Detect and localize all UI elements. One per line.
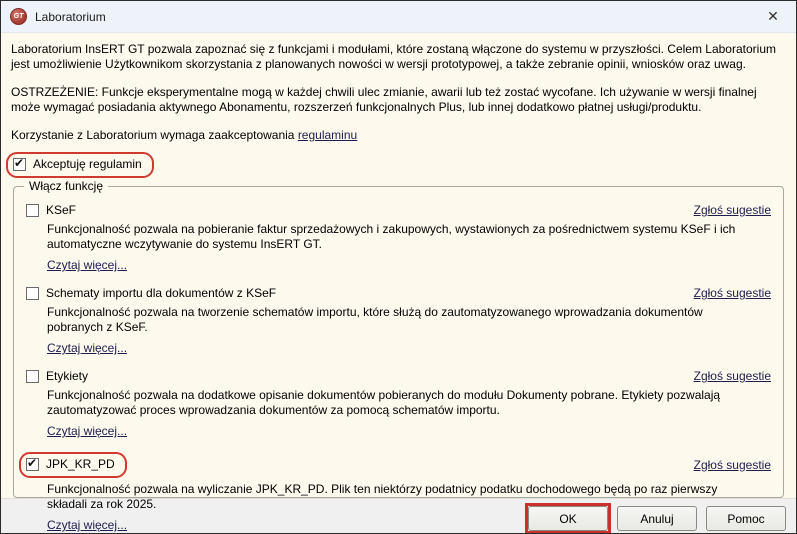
feature-etykiety: Etykiety Zgłoś sugestie Funkcjonalność p…: [26, 369, 771, 439]
consent-text: Korzystanie z Laboratorium wymaga zaakce…: [11, 128, 786, 143]
schematy-read-more-link[interactable]: Czytaj więcej...: [47, 341, 127, 356]
jpk-description: Funkcjonalność pozwala na wyliczanie JPK…: [47, 482, 718, 511]
etykiety-checkbox-box[interactable]: [26, 370, 39, 383]
schematy-description: Funkcjonalność pozwala na tworzenie sche…: [47, 305, 703, 334]
jpk-label: JPK_KR_PD: [46, 457, 115, 471]
schematy-checkbox[interactable]: Schematy importu dla dokumentów z KSeF: [26, 286, 276, 301]
feature-ksef: KSeF Zgłoś sugestie Funkcjonalność pozwa…: [26, 203, 771, 273]
schematy-checkbox-box[interactable]: [26, 287, 39, 300]
jpk-checkbox-box[interactable]: [26, 456, 39, 471]
intro-text: Laboratorium InsERT GT pozwala zapoznać …: [11, 42, 776, 71]
insert-gt-logo-icon: GT: [10, 8, 27, 25]
etykiety-description: Funkcjonalność pozwala na dodatkowe opis…: [47, 388, 721, 417]
jpk-checkbox[interactable]: JPK_KR_PD: [26, 456, 115, 472]
schematy-suggest-link[interactable]: Zgłoś sugestie: [694, 286, 771, 301]
feature-jpk-kr-pd: JPK_KR_PD Zgłoś sugestie Funkcjonalność …: [19, 452, 771, 533]
regulamin-link[interactable]: regulaminu: [298, 128, 357, 142]
enable-features-groupbox: Włącz funkcję KSeF Zgłoś sugestie Funkcj…: [13, 179, 784, 532]
ksef-checkbox-box[interactable]: [26, 204, 39, 217]
consent-prefix: Korzystanie z Laboratorium wymaga zaakce…: [11, 128, 298, 142]
etykiety-suggest-link[interactable]: Zgłoś sugestie: [694, 369, 771, 384]
dialog-body: Laboratorium InsERT GT pozwala zapoznać …: [1, 33, 796, 532]
title-bar: GT Laboratorium ✕: [1, 1, 796, 33]
window-title: Laboratorium: [35, 9, 106, 24]
laboratorium-dialog: GT Laboratorium ✕ Laboratorium InsERT GT…: [0, 0, 797, 534]
ksef-description: Funkcjonalność pozwala na pobieranie fak…: [47, 222, 736, 251]
ksef-suggest-link[interactable]: Zgłoś sugestie: [694, 203, 771, 218]
etykiety-label: Etykiety: [46, 369, 89, 383]
groupbox-title: Włącz funkcję: [24, 179, 109, 194]
feature-schematy-importu: Schematy importu dla dokumentów z KSeF Z…: [26, 286, 771, 356]
ksef-label: KSeF: [46, 203, 77, 217]
ksef-checkbox[interactable]: KSeF: [26, 203, 76, 218]
accept-annotation: Akceptuję regulamin: [6, 152, 154, 178]
accept-checkbox-box[interactable]: [13, 156, 26, 171]
jpk-read-more-link[interactable]: Czytaj więcej...: [47, 518, 127, 533]
etykiety-checkbox[interactable]: Etykiety: [26, 369, 88, 384]
accept-checkbox-label: Akceptuję regulamin: [33, 157, 142, 171]
etykiety-read-more-link[interactable]: Czytaj więcej...: [47, 424, 127, 439]
accept-regulamin-checkbox[interactable]: Akceptuję regulamin: [13, 156, 142, 172]
ksef-read-more-link[interactable]: Czytaj więcej...: [47, 258, 127, 273]
schematy-label: Schematy importu dla dokumentów z KSeF: [46, 286, 277, 300]
jpk-annotation: JPK_KR_PD: [19, 452, 127, 478]
jpk-suggest-link[interactable]: Zgłoś sugestie: [694, 458, 771, 473]
close-icon[interactable]: ✕: [750, 1, 796, 32]
warning-text: OSTRZEŻENIE: Funkcje eksperymentalne mog…: [11, 85, 757, 114]
